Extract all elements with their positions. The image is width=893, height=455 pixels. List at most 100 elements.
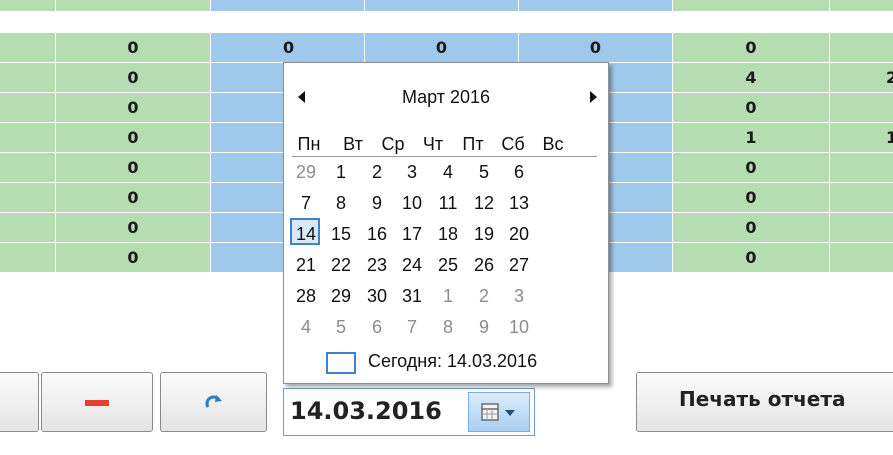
calendar-day[interactable]: 6 <box>506 162 532 183</box>
calendar-day[interactable]: 1 <box>435 286 461 307</box>
calendar-day[interactable]: 31 <box>399 286 425 307</box>
calendar-day[interactable]: 15 <box>328 224 354 245</box>
table-cell: 0 <box>56 183 211 213</box>
table-cell <box>0 33 56 63</box>
calendar-day[interactable]: 10 <box>506 317 532 338</box>
date-input[interactable]: 14.03.2016 <box>290 397 442 425</box>
weekday-label: Пт <box>462 134 484 154</box>
calendar-day[interactable]: 29 <box>328 286 354 307</box>
table-cell: 0 <box>56 153 211 183</box>
table-cell <box>0 63 56 93</box>
print-report-button[interactable]: Печать отчета <box>636 372 893 432</box>
weekday-label: Чт <box>422 134 444 154</box>
table-cell: 0 <box>211 33 365 63</box>
table-cell <box>830 33 893 63</box>
calendar-day[interactable]: 3 <box>506 286 532 307</box>
calendar-month-title[interactable]: Март 2016 <box>284 87 608 108</box>
table-cell: 0 <box>56 33 211 63</box>
date-picker[interactable]: 14.03.2016 <box>283 388 535 436</box>
calendar-day[interactable]: 16 <box>364 224 390 245</box>
table-cell <box>519 0 673 12</box>
table-cell: 1 <box>673 123 830 153</box>
table-cell: 4 <box>673 63 830 93</box>
calendar-day[interactable]: 30 <box>364 286 390 307</box>
table-cell: 0 <box>673 153 830 183</box>
toolbar-button-partial[interactable] <box>0 372 39 432</box>
calendar-day[interactable]: 14 <box>293 224 319 245</box>
refresh-icon <box>204 393 224 413</box>
minus-icon <box>85 400 109 406</box>
calendar-day[interactable]: 20 <box>506 224 532 245</box>
table-cell: 0 <box>673 183 830 213</box>
calendar-day[interactable]: 26 <box>471 255 497 276</box>
calendar-day[interactable]: 9 <box>364 193 390 214</box>
weekday-label: Вс <box>542 134 564 154</box>
table-row[interactable]: 00000 <box>0 33 893 63</box>
table-cell: 2 <box>830 63 893 93</box>
calendar-day[interactable]: 12 <box>471 193 497 214</box>
table-cell <box>56 0 211 12</box>
calendar-day[interactable]: 1 <box>328 162 354 183</box>
calendar-day[interactable]: 3 <box>399 162 425 183</box>
table-cell: 0 <box>56 213 211 243</box>
weekday-label: Сб <box>501 134 525 154</box>
calendar-day[interactable]: 17 <box>399 224 425 245</box>
table-cell <box>830 213 893 243</box>
calendar-icon <box>481 403 499 421</box>
next-month-icon[interactable] <box>590 91 597 103</box>
calendar-day[interactable]: 18 <box>435 224 461 245</box>
calendar-day[interactable]: 27 <box>506 255 532 276</box>
calendar-day[interactable]: 4 <box>293 317 319 338</box>
calendar-day[interactable]: 7 <box>399 317 425 338</box>
calendar-day[interactable]: 7 <box>293 193 319 214</box>
calendar-day[interactable]: 10 <box>399 193 425 214</box>
calendar-day[interactable]: 5 <box>328 317 354 338</box>
table-cell <box>830 243 893 273</box>
calendar-day[interactable]: 13 <box>506 193 532 214</box>
remove-button[interactable] <box>41 372 153 432</box>
table-cell: 0 <box>673 213 830 243</box>
calendar-day[interactable]: 24 <box>399 255 425 276</box>
calendar-day[interactable]: 25 <box>435 255 461 276</box>
calendar-day[interactable]: 21 <box>293 255 319 276</box>
calendar-day[interactable]: 2 <box>364 162 390 183</box>
table-cell <box>0 93 56 123</box>
calendar-day[interactable]: 11 <box>435 193 461 214</box>
calendar-day[interactable]: 4 <box>435 162 461 183</box>
calendar-day[interactable]: 28 <box>293 286 319 307</box>
calendar-popup: Март 2016 Пн Вт Ср Чт Пт Сб Вс 29 1 2 3 4 5 6 7 8 9 10 11… <box>283 62 609 384</box>
table-cell <box>211 0 365 12</box>
calendar-day[interactable]: 22 <box>328 255 354 276</box>
table-cell <box>0 153 56 183</box>
calendar-day[interactable]: 5 <box>471 162 497 183</box>
calendar-day[interactable]: 23 <box>364 255 390 276</box>
table-cell <box>830 93 893 123</box>
table-cell <box>830 153 893 183</box>
today-marker-icon <box>326 352 356 374</box>
table-cell <box>0 183 56 213</box>
table-cell: 0 <box>56 63 211 93</box>
calendar-day[interactable]: 6 <box>364 317 390 338</box>
refresh-button[interactable] <box>160 372 267 432</box>
calendar-day[interactable]: 2 <box>471 286 497 307</box>
weekday-divider <box>292 156 597 157</box>
table-cell: 1 <box>830 123 893 153</box>
table-cell: 0 <box>673 33 830 63</box>
table-cell <box>365 0 519 12</box>
today-link[interactable]: Сегодня: 14.03.2016 <box>368 351 537 372</box>
calendar-day[interactable]: 8 <box>435 317 461 338</box>
table-cell <box>0 123 56 153</box>
print-report-label: Печать отчета <box>679 387 846 411</box>
table-cell: 0 <box>56 243 211 273</box>
table-cell: 0 <box>519 33 673 63</box>
table-cell <box>0 213 56 243</box>
calendar-day[interactable]: 8 <box>328 193 354 214</box>
calendar-day[interactable]: 29 <box>293 162 319 183</box>
calendar-day[interactable]: 9 <box>471 317 497 338</box>
table-cell <box>0 0 56 12</box>
calendar-day[interactable]: 19 <box>471 224 497 245</box>
weekday-label: Ср <box>381 134 405 154</box>
table-cell: 0 <box>673 243 830 273</box>
calendar-dropdown-button[interactable] <box>468 392 530 432</box>
table-cell: 0 <box>365 33 519 63</box>
